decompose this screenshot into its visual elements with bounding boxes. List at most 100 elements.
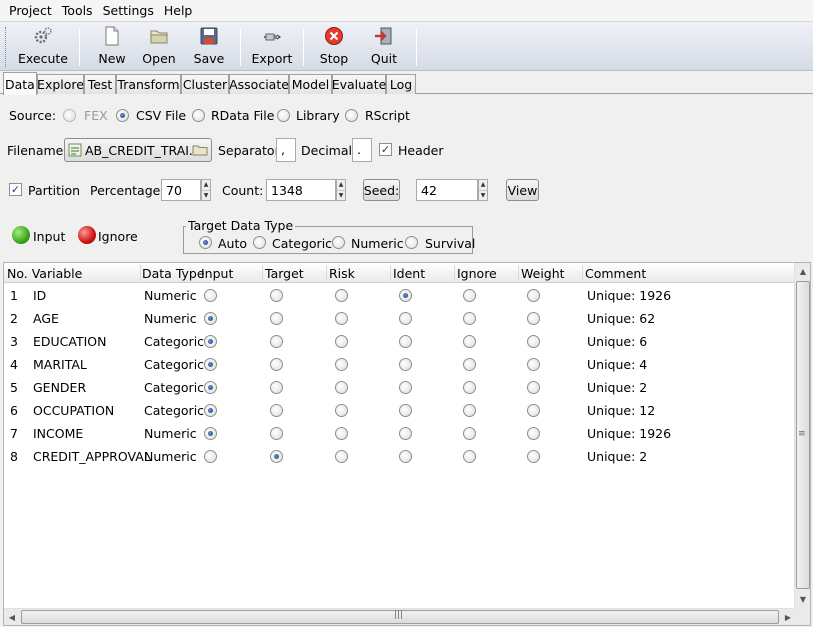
header-separator[interactable] (390, 265, 391, 281)
input-role-radio[interactable] (204, 404, 217, 417)
count-spinner[interactable]: ▲ ▼ (336, 179, 346, 201)
ignore-role-radio[interactable] (463, 335, 476, 348)
weight-role-radio[interactable] (527, 450, 540, 463)
target-role-radio[interactable] (270, 404, 283, 417)
target-survival-radio[interactable] (405, 236, 418, 249)
header-no-variable[interactable]: No. Variable (7, 266, 82, 281)
ident-role-radio[interactable] (399, 312, 412, 325)
header-separator[interactable] (518, 265, 519, 281)
target-categoric-radio[interactable] (253, 236, 266, 249)
risk-role-radio[interactable] (335, 358, 348, 371)
input-role-radio[interactable] (204, 335, 217, 348)
risk-role-radio[interactable] (335, 312, 348, 325)
tab-log[interactable]: Log (386, 74, 416, 94)
target-role-radio[interactable] (270, 312, 283, 325)
table-row[interactable]: 3 EDUCATION Categoric Unique: 6 (4, 330, 796, 353)
ident-role-radio[interactable] (399, 404, 412, 417)
ignore-role-radio[interactable] (463, 450, 476, 463)
toolbar-grip[interactable] (5, 27, 9, 67)
scroll-left-icon[interactable]: ◀ (4, 609, 20, 625)
header-risk[interactable]: Risk (329, 266, 355, 281)
input-role-radio[interactable] (204, 289, 217, 302)
header-data-type[interactable]: Data Type (142, 266, 205, 281)
target-numeric-radio[interactable] (332, 236, 345, 249)
target-role-radio[interactable] (270, 450, 283, 463)
input-role-radio[interactable] (204, 312, 217, 325)
export-button[interactable]: Export (249, 23, 295, 69)
risk-role-radio[interactable] (335, 427, 348, 440)
source-rscript-radio[interactable] (345, 109, 358, 122)
target-role-radio[interactable] (270, 381, 283, 394)
vertical-scrollbar[interactable]: ▲ ≡ ▼ (794, 263, 810, 608)
table-row[interactable]: 8 CREDIT_APPROVAL Numeric Unique: 2 (4, 445, 796, 468)
spin-down-icon[interactable]: ▼ (202, 191, 210, 201)
weight-role-radio[interactable] (527, 381, 540, 394)
target-role-radio[interactable] (270, 427, 283, 440)
ignore-role-radio[interactable] (463, 404, 476, 417)
table-row[interactable]: 5 GENDER Categoric Unique: 2 (4, 376, 796, 399)
ident-role-radio[interactable] (399, 289, 412, 302)
weight-role-radio[interactable] (527, 404, 540, 417)
risk-role-radio[interactable] (335, 289, 348, 302)
source-library-radio[interactable] (277, 109, 290, 122)
filename-chooser-button[interactable]: AB_CREDIT_TRAI... (64, 138, 212, 162)
new-button[interactable]: New (90, 23, 134, 69)
menu-tools[interactable]: Tools (57, 3, 98, 18)
quit-button[interactable]: Quit (358, 23, 410, 69)
ignore-role-radio[interactable] (463, 427, 476, 440)
ignore-role-radio[interactable] (463, 381, 476, 394)
scroll-up-icon[interactable]: ▲ (795, 263, 810, 279)
table-row[interactable]: 4 MARITAL Categoric Unique: 4 (4, 353, 796, 376)
menu-help[interactable]: Help (159, 3, 198, 18)
input-role-radio[interactable] (204, 450, 217, 463)
header-ignore[interactable]: Ignore (457, 266, 497, 281)
tab-associate[interactable]: Associate (229, 74, 289, 94)
weight-role-radio[interactable] (527, 358, 540, 371)
decimal-field[interactable]: . (352, 138, 372, 162)
header-separator[interactable] (326, 265, 327, 281)
view-button[interactable]: View (506, 179, 539, 201)
header-checkbox[interactable]: ✓ (379, 143, 392, 156)
header-ident[interactable]: Ident (393, 266, 425, 281)
table-row[interactable]: 7 INCOME Numeric Unique: 1926 (4, 422, 796, 445)
weight-role-radio[interactable] (527, 335, 540, 348)
header-separator[interactable] (582, 265, 583, 281)
input-role-radio[interactable] (204, 358, 217, 371)
header-comment[interactable]: Comment (585, 266, 646, 281)
target-role-radio[interactable] (270, 358, 283, 371)
spin-up-icon[interactable]: ▲ (479, 180, 487, 191)
ident-role-radio[interactable] (399, 450, 412, 463)
percentage-spinner[interactable]: ▲ ▼ (201, 179, 211, 201)
target-role-radio[interactable] (270, 289, 283, 302)
tab-evaluate[interactable]: Evaluate (332, 74, 386, 94)
spin-up-icon[interactable]: ▲ (202, 180, 210, 191)
table-row[interactable]: 2 AGE Numeric Unique: 62 (4, 307, 796, 330)
header-weight[interactable]: Weight (521, 266, 565, 281)
ignore-role-radio[interactable] (463, 289, 476, 302)
risk-role-radio[interactable] (335, 450, 348, 463)
header-separator[interactable] (262, 265, 263, 281)
seed-spinner[interactable]: ▲ ▼ (478, 179, 488, 201)
weight-role-radio[interactable] (527, 427, 540, 440)
input-role-radio[interactable] (204, 427, 217, 440)
save-button[interactable]: Save (184, 23, 234, 69)
header-target[interactable]: Target (265, 266, 304, 281)
risk-role-radio[interactable] (335, 381, 348, 394)
tab-data[interactable]: Data (3, 72, 37, 95)
ident-role-radio[interactable] (399, 381, 412, 394)
tab-cluster[interactable]: Cluster (181, 74, 229, 94)
tab-test[interactable]: Test (84, 74, 116, 94)
source-fex-radio[interactable] (63, 109, 76, 122)
input-role-radio[interactable] (204, 381, 217, 394)
separator-field[interactable]: , (276, 138, 296, 162)
horizontal-scrollbar[interactable]: ◀ ||| ▶ (4, 608, 796, 625)
risk-role-radio[interactable] (335, 404, 348, 417)
spin-up-icon[interactable]: ▲ (337, 180, 345, 191)
stop-button[interactable]: Stop (310, 23, 358, 69)
weight-role-radio[interactable] (527, 312, 540, 325)
table-row[interactable]: 6 OCCUPATION Categoric Unique: 12 (4, 399, 796, 422)
open-button[interactable]: Open (134, 23, 184, 69)
source-rdata-radio[interactable] (192, 109, 205, 122)
percentage-field[interactable]: 70 (161, 179, 201, 201)
tab-model[interactable]: Model (289, 74, 332, 94)
